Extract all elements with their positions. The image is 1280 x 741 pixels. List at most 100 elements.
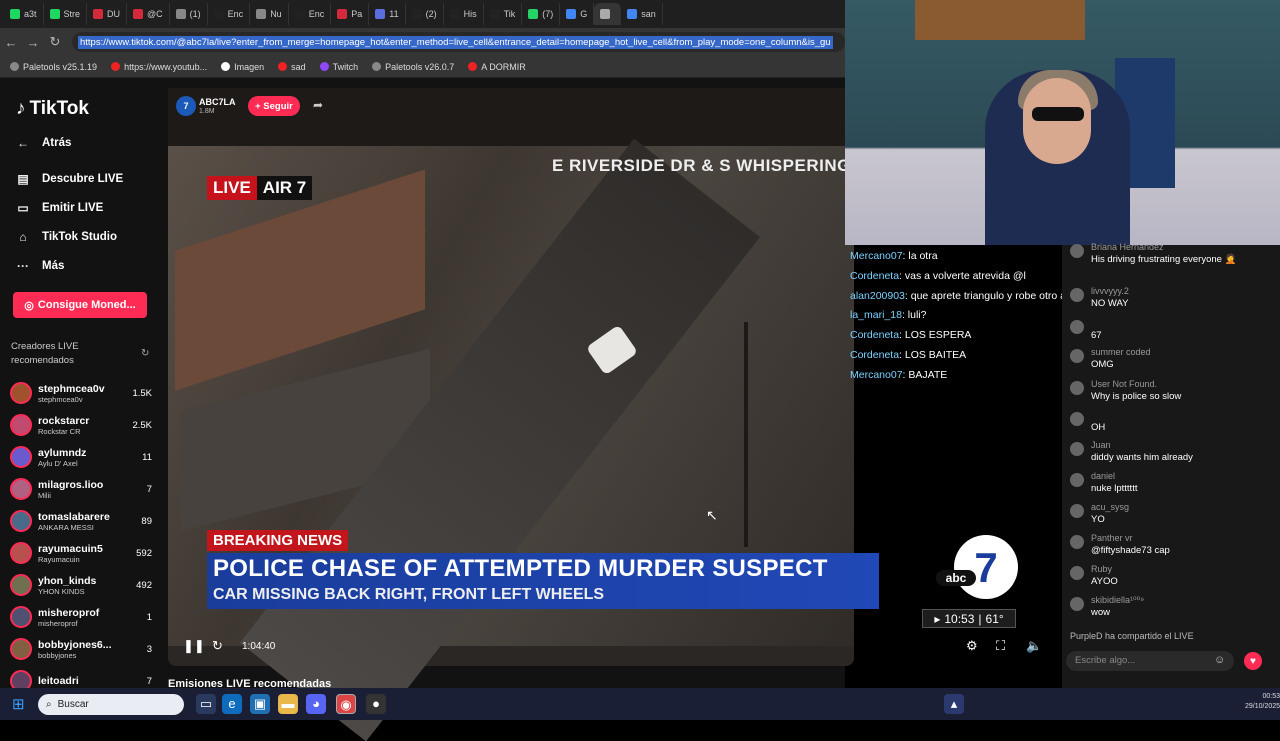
avatar[interactable] bbox=[1070, 504, 1084, 518]
forward-arrow-icon[interactable]: → bbox=[22, 35, 44, 50]
chat-username[interactable]: acu_sysg bbox=[1091, 502, 1129, 512]
avatar[interactable] bbox=[1070, 349, 1084, 363]
replay-icon[interactable]: ↻ bbox=[212, 638, 223, 654]
creator-item[interactable]: stephmcea0v stephmcea0v 1.5K bbox=[10, 378, 152, 408]
creator-item[interactable]: aylumndz Aylu D' Axel 11 bbox=[10, 442, 152, 472]
avatar[interactable] bbox=[1070, 535, 1084, 549]
browser-tab[interactable]: His bbox=[444, 3, 484, 25]
url-input[interactable]: https://www.tiktok.com/@abc7la/live?ente… bbox=[72, 32, 845, 52]
refresh-icon[interactable]: ↻ bbox=[141, 348, 149, 359]
chrome-icon[interactable]: ◉ bbox=[336, 694, 356, 714]
creator-subtitle: Milii bbox=[38, 490, 51, 500]
follow-button[interactable]: + Seguir bbox=[248, 96, 300, 116]
browser-tab[interactable]: (1) bbox=[170, 3, 208, 25]
browser-tab[interactable]: Tik bbox=[484, 3, 523, 25]
chat-username[interactable]: Panther vr bbox=[1091, 533, 1133, 543]
back-arrow-icon[interactable]: ← bbox=[0, 35, 22, 50]
sidebar-nav-item[interactable]: ··· Más bbox=[16, 259, 64, 273]
elapsed-time: 1:04:40 bbox=[242, 641, 276, 652]
browser-tab[interactable]: Enc bbox=[208, 3, 251, 25]
avatar[interactable] bbox=[1070, 442, 1084, 456]
discord-icon[interactable]: ◕ bbox=[306, 694, 326, 714]
browser-tab[interactable]: DU bbox=[87, 3, 128, 25]
taskbar-search[interactable]: ⌕ Buscar bbox=[38, 694, 184, 715]
browser-tab[interactable]: Enc bbox=[289, 3, 332, 25]
avatar[interactable] bbox=[1070, 381, 1084, 395]
browser-tab[interactable]: Pa bbox=[331, 3, 370, 25]
chat-input[interactable]: Escribe algo... bbox=[1066, 651, 1234, 671]
chat-username[interactable]: summer coded bbox=[1091, 347, 1151, 357]
sidebar-nav-item[interactable]: ▤ Descubre LIVE bbox=[16, 172, 123, 186]
creator-item[interactable]: tomaslabarere ANKARA MESSI 89 bbox=[10, 506, 152, 536]
bookmark-item[interactable]: Twitch bbox=[319, 62, 358, 72]
host-avatar[interactable]: 7 bbox=[176, 96, 196, 116]
avatar[interactable] bbox=[1070, 320, 1084, 334]
reload-icon[interactable]: ↻ bbox=[44, 34, 66, 50]
tab-favicon-icon bbox=[528, 9, 539, 19]
browser-tab[interactable]: (2) bbox=[406, 3, 444, 25]
avatar[interactable] bbox=[1070, 288, 1084, 302]
fullscreen-icon[interactable]: ⛶ bbox=[996, 638, 1005, 654]
tiktok-logo[interactable]: ♪ TikTok bbox=[16, 98, 89, 120]
avatar[interactable] bbox=[1070, 597, 1084, 611]
creator-item[interactable]: misheroprof misheroprof 1 bbox=[10, 602, 152, 632]
overlay-chat-line: alan200903: que aprete triangulo y robe … bbox=[850, 290, 1081, 302]
get-coins-button[interactable]: ◎ Consigue Moned... bbox=[13, 292, 147, 318]
avatar[interactable] bbox=[1070, 473, 1084, 487]
bookmark-item[interactable]: Imagen bbox=[221, 62, 264, 72]
creator-item[interactable]: rayumacuin5 Rayumacuin 592 bbox=[10, 538, 152, 568]
browser-tab[interactable]: Nu bbox=[250, 3, 289, 25]
bookmark-item[interactable]: Paletools v26.0.7 bbox=[372, 62, 454, 72]
chat-username[interactable]: User Not Found. bbox=[1091, 379, 1157, 389]
windows-start-icon[interactable]: ⊞ bbox=[12, 695, 30, 713]
emoji-icon[interactable]: ☺ bbox=[1214, 654, 1225, 666]
creator-item[interactable]: rockstarcr Rockstar CR 2.5K bbox=[10, 410, 152, 440]
tab-label: Enc bbox=[227, 9, 244, 19]
tab-label: 11 bbox=[389, 9, 399, 19]
chat-username[interactable]: Briana Hernandez bbox=[1091, 242, 1164, 252]
store-icon[interactable]: ▣ bbox=[250, 694, 270, 714]
volume-icon[interactable]: 🔈 bbox=[1026, 638, 1042, 654]
obs-icon[interactable]: ● bbox=[366, 694, 386, 714]
browser-tab[interactable] bbox=[594, 3, 622, 25]
chat-username[interactable]: livvvyyy.2 bbox=[1091, 286, 1129, 296]
creator-item[interactable]: milagros.lioo Milii 7 bbox=[10, 474, 152, 504]
pause-icon[interactable]: ❚❚ bbox=[183, 638, 205, 654]
back-link[interactable]: ← Atrás bbox=[16, 136, 71, 150]
browser-tab[interactable]: G bbox=[560, 3, 595, 25]
browser-tab[interactable]: Stre bbox=[44, 3, 88, 25]
chat-username[interactable]: daniel bbox=[1091, 471, 1115, 481]
chat-username[interactable]: skibidiella¹⁰⁰⁹ bbox=[1091, 595, 1144, 606]
browser-tab[interactable]: (7) bbox=[522, 3, 561, 25]
browser-tab[interactable]: 11 bbox=[369, 3, 406, 25]
task-view-icon[interactable]: ▭ bbox=[196, 694, 216, 714]
share-icon[interactable]: ➦ bbox=[313, 98, 323, 112]
heart-icon[interactable]: ♥ bbox=[1244, 652, 1262, 670]
bookmark-item[interactable]: A DORMIR bbox=[468, 62, 526, 72]
avatar[interactable] bbox=[1070, 566, 1084, 580]
folder-icon[interactable]: ▬ bbox=[278, 694, 298, 714]
bookmark-item[interactable]: sad bbox=[278, 62, 306, 72]
back-arrow-icon: ← bbox=[17, 136, 29, 150]
browser-tab[interactable]: a3t bbox=[4, 3, 44, 25]
avatar[interactable] bbox=[1070, 244, 1084, 258]
host-name[interactable]: ABC7LA bbox=[199, 97, 236, 107]
recommended-creators-title: Creadores LIVE recomendados bbox=[11, 341, 79, 366]
sidebar-nav-item[interactable]: ▭ Emitir LIVE bbox=[16, 201, 103, 215]
settings-gear-icon[interactable]: ⚙ bbox=[966, 638, 978, 654]
bookmark-item[interactable]: Paletools v25.1.19 bbox=[10, 62, 97, 72]
edge-icon[interactable]: e bbox=[222, 694, 242, 714]
creator-item[interactable]: bobbyjones6... bobbyjones 3 bbox=[10, 634, 152, 664]
creator-subtitle: ANKARA MESSI bbox=[38, 522, 94, 532]
bookmarks-bar: Paletools v25.1.19 https://www.youtub... I… bbox=[0, 56, 845, 78]
taskbar-clock[interactable]: 00:53 29/10/2025 bbox=[1245, 692, 1280, 712]
browser-tab[interactable]: san bbox=[621, 3, 663, 25]
chat-username[interactable]: Ruby bbox=[1091, 564, 1112, 574]
chat-username[interactable]: Juan bbox=[1091, 440, 1111, 450]
sidebar-nav-item[interactable]: ⌂ TikTok Studio bbox=[16, 230, 117, 244]
browser-tab[interactable]: @C bbox=[127, 3, 170, 25]
creator-item[interactable]: yhon_kinds YHON KINDS 492 bbox=[10, 570, 152, 600]
notification-app-icon[interactable]: ▴ bbox=[944, 694, 964, 714]
bookmark-item[interactable]: https://www.youtub... bbox=[111, 62, 207, 72]
avatar[interactable] bbox=[1070, 412, 1084, 426]
